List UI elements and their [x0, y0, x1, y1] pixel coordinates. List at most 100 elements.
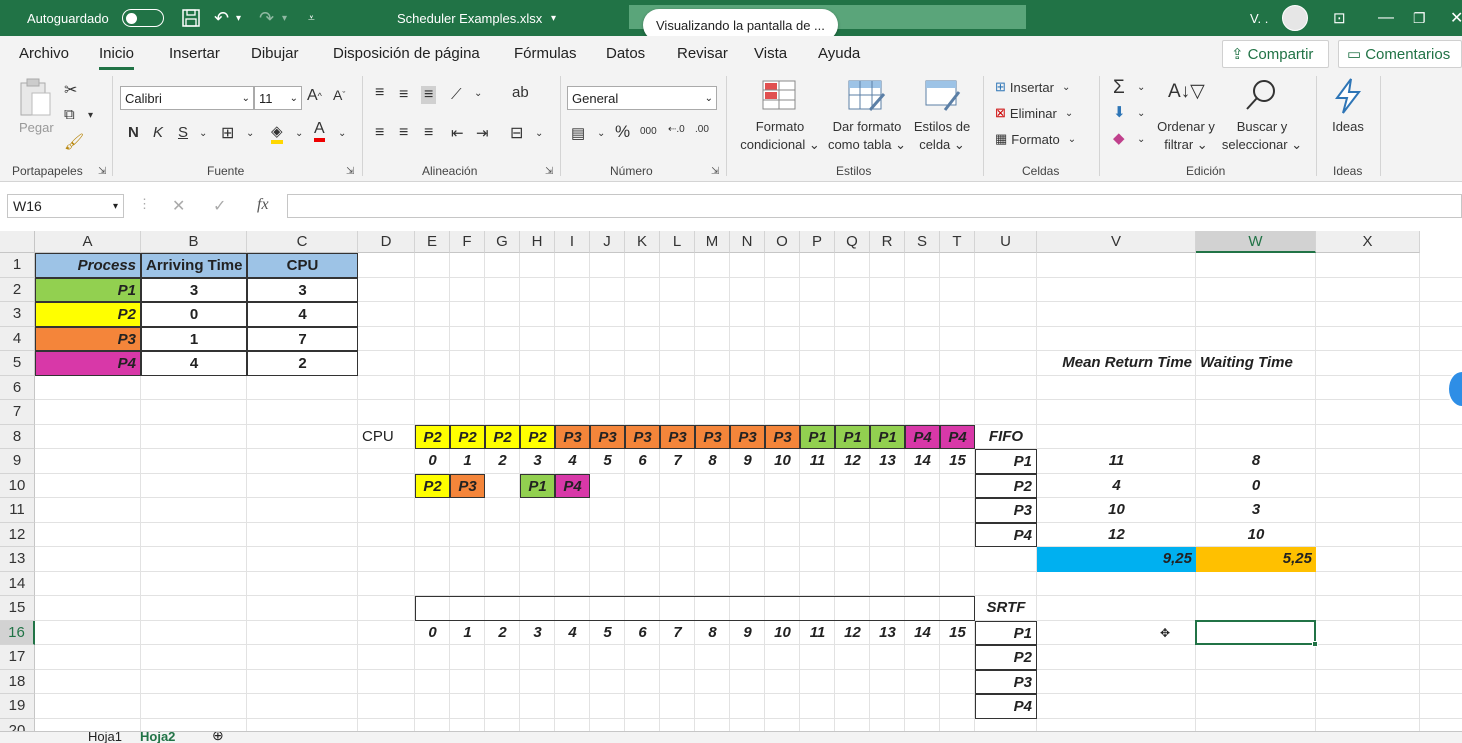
redo-icon[interactable]: ↷: [259, 0, 274, 36]
cut-icon[interactable]: ✂: [64, 80, 77, 100]
column-header-r[interactable]: R: [870, 231, 905, 253]
column-header-c[interactable]: C: [247, 231, 358, 253]
alineacion-launcher-icon[interactable]: ⇲: [545, 166, 553, 177]
row-header-19[interactable]: 19: [0, 694, 35, 719]
row-header-15[interactable]: 15: [0, 596, 35, 621]
column-header-g[interactable]: G: [485, 231, 520, 253]
merge-center-icon[interactable]: ⊟: [510, 123, 523, 143]
column-header-l[interactable]: L: [660, 231, 695, 253]
menu-vista[interactable]: Vista: [754, 45, 787, 62]
format-table-button[interactable]: Dar formato como tabla ⌄: [826, 118, 908, 154]
row-header-8[interactable]: 8: [0, 424, 35, 449]
format-painter-icon[interactable]: 🖌: [64, 132, 84, 152]
align-center-icon[interactable]: ≡: [399, 124, 408, 142]
percent-icon[interactable]: %: [615, 122, 630, 142]
avatar[interactable]: [1282, 0, 1308, 36]
portapapeles-launcher-icon[interactable]: ⇲: [98, 166, 106, 177]
currency-icon[interactable]: ▤: [571, 124, 585, 142]
fill-color-icon[interactable]: ◈: [271, 122, 283, 144]
fill-dropdown-icon[interactable]: ⌄: [1137, 108, 1145, 119]
column-header-p[interactable]: P: [800, 231, 835, 253]
align-bottom-icon[interactable]: ≡: [421, 86, 437, 104]
font-color-icon[interactable]: A: [314, 120, 325, 142]
column-header-n[interactable]: N: [730, 231, 765, 253]
comments-button[interactable]: ▭ Comentarios: [1338, 40, 1462, 68]
redo-dropdown-icon[interactable]: ▾: [282, 0, 287, 36]
column-header-f[interactable]: F: [450, 231, 485, 253]
row-header-10[interactable]: 10: [0, 473, 35, 498]
align-top-icon[interactable]: ≡: [375, 84, 384, 102]
merge-dropdown-icon[interactable]: ⌄: [535, 128, 543, 139]
sheet-tab-hoja2[interactable]: Hoja2: [140, 732, 175, 743]
row-header-13[interactable]: 13: [0, 547, 35, 572]
italic-button[interactable]: K: [153, 124, 163, 141]
add-sheet-icon[interactable]: ⊕: [212, 732, 224, 743]
align-right-icon[interactable]: ≡: [424, 124, 433, 142]
autosave-toggle[interactable]: [122, 0, 164, 36]
fill-dropdown-icon[interactable]: ⌄: [295, 128, 303, 139]
underline-dropdown-icon[interactable]: ⌄: [199, 128, 207, 139]
orientation-icon[interactable]: ⟋: [451, 86, 462, 103]
menu-datos[interactable]: Datos: [606, 45, 645, 62]
currency-dropdown-icon[interactable]: ⌄: [597, 128, 605, 139]
share-button[interactable]: ⇪ Compartir: [1222, 40, 1329, 68]
font-name-select[interactable]: Calibri ⌄: [120, 86, 254, 110]
column-header-e[interactable]: E: [415, 231, 450, 253]
user-name[interactable]: V. .: [1250, 0, 1268, 36]
column-header-m[interactable]: M: [695, 231, 730, 253]
number-format-select[interactable]: General ⌄: [567, 86, 717, 110]
menu-formulas[interactable]: Fórmulas: [514, 45, 577, 62]
menu-revisar[interactable]: Revisar: [677, 45, 728, 62]
row-header-3[interactable]: 3: [0, 302, 35, 327]
row-header-18[interactable]: 18: [0, 669, 35, 694]
autosum-dropdown-icon[interactable]: ⌄: [1137, 82, 1145, 93]
row-header-17[interactable]: 17: [0, 645, 35, 670]
column-header-x[interactable]: X: [1316, 231, 1420, 253]
customize-toolbar-icon[interactable]: ⩡: [308, 0, 315, 36]
column-header-s[interactable]: S: [905, 231, 940, 253]
increase-indent-icon[interactable]: ⇥: [476, 124, 489, 142]
align-left-icon[interactable]: ≡: [375, 124, 384, 142]
fill-handle[interactable]: [1312, 641, 1318, 647]
row-header-20[interactable]: 20: [0, 718, 35, 731]
search-icon[interactable]: [1244, 78, 1278, 112]
column-header-d[interactable]: D: [358, 231, 415, 253]
decrease-decimal-icon[interactable]: .00: [695, 124, 709, 135]
file-name-dropdown-icon[interactable]: ▾: [551, 0, 556, 36]
column-header-w[interactable]: W: [1196, 231, 1316, 253]
column-header-t[interactable]: T: [940, 231, 975, 253]
cell-styles-icon[interactable]: [925, 80, 961, 112]
numero-launcher-icon[interactable]: ⇲: [711, 166, 719, 177]
minimize-icon[interactable]: —: [1378, 0, 1394, 36]
autosum-icon[interactable]: Σ: [1113, 77, 1125, 99]
align-middle-icon[interactable]: ≡: [399, 86, 408, 104]
column-header-b[interactable]: B: [141, 231, 247, 253]
column-header-q[interactable]: Q: [835, 231, 870, 253]
formula-input[interactable]: [287, 194, 1462, 218]
row-header-1[interactable]: 1: [0, 253, 35, 278]
thousands-icon[interactable]: 000: [640, 126, 657, 137]
borders-icon[interactable]: ⊞: [221, 123, 234, 143]
maximize-icon[interactable]: ❐: [1413, 0, 1426, 36]
copy-icon[interactable]: ⧉: [64, 106, 75, 123]
fuente-launcher-icon[interactable]: ⇲: [346, 166, 354, 177]
clear-dropdown-icon[interactable]: ⌄: [1137, 134, 1145, 145]
column-header-v[interactable]: V: [1037, 231, 1196, 253]
font-color-dropdown-icon[interactable]: ⌄: [338, 128, 346, 139]
select-all-corner[interactable]: [0, 231, 35, 253]
menu-dibujar[interactable]: Dibujar: [251, 45, 299, 62]
menu-insertar[interactable]: Insertar: [169, 45, 220, 62]
file-name[interactable]: Scheduler Examples.xlsx: [397, 0, 542, 36]
format-cells-button[interactable]: ▦ Formato ⌄: [995, 131, 1076, 147]
ribbon-display-icon[interactable]: ⊡: [1333, 0, 1346, 36]
undo-dropdown-icon[interactable]: ▾: [236, 0, 241, 36]
menu-archivo[interactable]: Archivo: [19, 45, 69, 62]
decrease-indent-icon[interactable]: ⇤: [451, 124, 464, 142]
underline-button[interactable]: S: [178, 124, 188, 141]
row-header-6[interactable]: 6: [0, 375, 35, 400]
row-header-4[interactable]: 4: [0, 326, 35, 351]
close-icon[interactable]: ✕: [1450, 0, 1462, 36]
grow-font-icon[interactable]: A ^: [307, 87, 322, 105]
row-header-7[interactable]: 7: [0, 400, 35, 425]
column-header-j[interactable]: J: [590, 231, 625, 253]
